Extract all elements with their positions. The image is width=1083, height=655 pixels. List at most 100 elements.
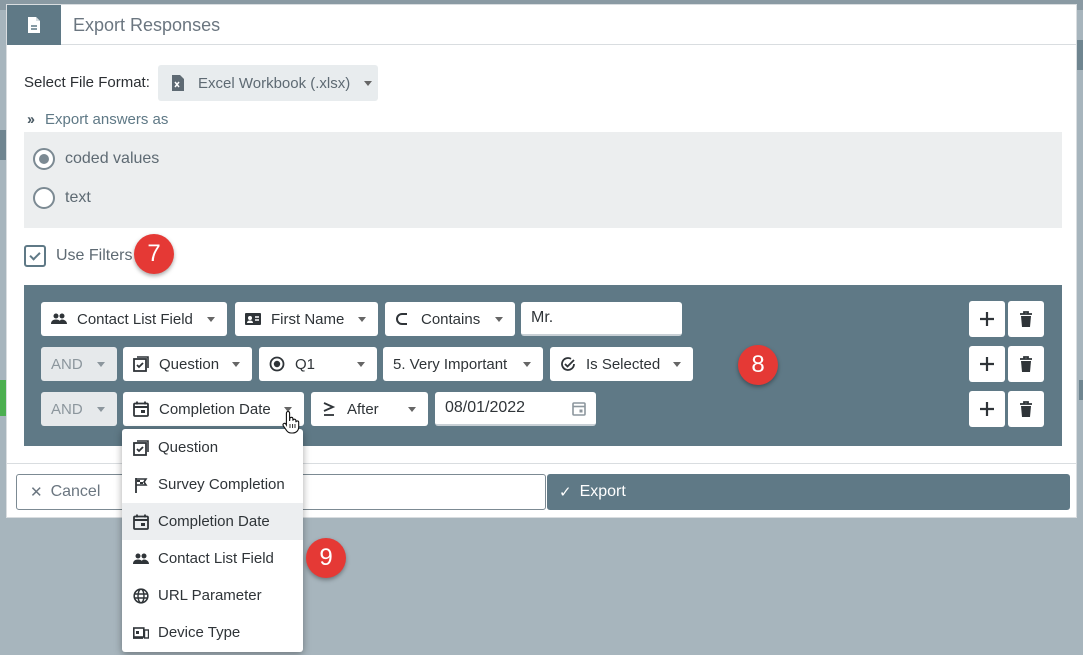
dropdown-item-label: Question bbox=[158, 439, 219, 456]
filter-connector-value: AND bbox=[51, 355, 83, 373]
filter-connector-value: AND bbox=[51, 400, 83, 418]
radio-coded-values[interactable]: coded values bbox=[33, 148, 159, 170]
filter-operator-value: Is Selected bbox=[586, 355, 661, 373]
background-tab bbox=[1077, 40, 1083, 70]
greater-equal-icon bbox=[323, 402, 336, 416]
chevron-down-icon bbox=[97, 362, 105, 367]
dialog-title-bar: Export Responses bbox=[7, 5, 1076, 45]
close-icon: ✕ bbox=[30, 484, 43, 501]
export-as-toggle[interactable]: ›› Export answers as bbox=[27, 111, 168, 128]
calendar-icon bbox=[133, 514, 149, 530]
add-filter-button[interactable] bbox=[969, 346, 1005, 382]
use-filters-label: Use Filters bbox=[56, 247, 133, 264]
calendar-icon bbox=[133, 401, 149, 417]
dropdown-item-contact-list-field[interactable]: Contact List Field bbox=[122, 540, 303, 577]
chevron-down-icon bbox=[207, 317, 215, 322]
file-format-value: Excel Workbook (.xlsx) bbox=[198, 74, 351, 92]
add-filter-button[interactable] bbox=[969, 301, 1005, 337]
cancel-label: Cancel bbox=[50, 483, 101, 500]
filter-field-select[interactable]: Completion Date bbox=[123, 392, 304, 426]
trash-icon bbox=[1020, 356, 1032, 372]
dropdown-item-label: Completion Date bbox=[158, 513, 270, 530]
filter-operator-value: Contains bbox=[421, 310, 481, 328]
radio-label: coded values bbox=[65, 150, 160, 167]
chevron-down-icon bbox=[364, 80, 373, 86]
dropdown-item-completion-date[interactable]: Completion Date bbox=[122, 503, 303, 540]
field-dropdown-menu: Question Survey Completion Completion Da… bbox=[122, 429, 303, 652]
annotation-badge: 8 bbox=[738, 345, 778, 385]
radio-empty-icon[interactable] bbox=[33, 187, 55, 209]
dropdown-item-url-parameter[interactable]: URL Parameter bbox=[122, 577, 303, 614]
export-as-label: Export answers as bbox=[45, 111, 169, 128]
dropdown-item-device-type[interactable]: Device Type bbox=[122, 614, 303, 651]
filter-date-input[interactable]: 08/01/2022 bbox=[435, 392, 596, 426]
chevron-down-icon bbox=[357, 362, 365, 367]
filter-question-select[interactable]: Q1 bbox=[259, 347, 377, 381]
file-format-select[interactable]: Excel Workbook (.xlsx) bbox=[158, 65, 378, 101]
filter-connector-select[interactable]: AND bbox=[41, 347, 117, 381]
filter-field-value: Contact List Field bbox=[77, 310, 193, 328]
dropdown-item-survey-completion[interactable]: Survey Completion bbox=[122, 466, 303, 503]
export-button[interactable]: ✓ Export bbox=[547, 474, 1070, 510]
filter-operator-value: After bbox=[347, 400, 379, 418]
plus-icon bbox=[980, 357, 994, 371]
delete-filter-button[interactable] bbox=[1008, 346, 1044, 382]
chevron-down-icon bbox=[495, 317, 503, 322]
filter-date-value: 08/01/2022 bbox=[445, 399, 526, 416]
chevron-down-icon bbox=[97, 407, 105, 412]
filter-field-value: Question bbox=[159, 355, 220, 373]
file-format-label: Select File Format: bbox=[24, 74, 150, 91]
filter-operator-select[interactable]: Is Selected bbox=[550, 347, 693, 381]
plus-icon bbox=[980, 312, 994, 326]
filter-operator-select[interactable]: After bbox=[311, 392, 428, 426]
checkbox-checked-icon[interactable] bbox=[24, 245, 46, 267]
trash-icon bbox=[1020, 311, 1032, 327]
radio-text[interactable]: text bbox=[33, 187, 91, 209]
dropdown-item-label: Device Type bbox=[158, 624, 241, 641]
annotation-badge: 9 bbox=[306, 538, 346, 578]
chevron-down-icon bbox=[408, 407, 416, 412]
chevron-down-icon bbox=[232, 362, 240, 367]
file-icon bbox=[7, 5, 61, 45]
radio-selected-icon[interactable] bbox=[33, 148, 55, 170]
filter-connector-select[interactable]: AND bbox=[41, 392, 117, 426]
filter-panel: Contact List Field First Name Contains M… bbox=[24, 285, 1062, 446]
filter-subfield-select[interactable]: First Name bbox=[235, 302, 378, 336]
radio-label: text bbox=[65, 189, 91, 206]
filter-field-select[interactable]: Question bbox=[123, 347, 252, 381]
use-filters-checkbox[interactable]: Use Filters bbox=[24, 245, 132, 267]
double-chevron-right-icon: ›› bbox=[27, 111, 35, 128]
filter-operator-select[interactable]: Contains bbox=[385, 302, 515, 336]
filter-field-value: Completion Date bbox=[159, 400, 271, 418]
delete-filter-button[interactable] bbox=[1008, 391, 1044, 427]
devices-icon bbox=[133, 626, 149, 639]
delete-filter-button[interactable] bbox=[1008, 301, 1044, 337]
background-tab bbox=[1079, 380, 1083, 400]
filter-option-value: 5. Very Important bbox=[393, 355, 508, 373]
flag-icon bbox=[135, 477, 148, 493]
id-card-icon bbox=[245, 313, 261, 325]
question-checklist-icon bbox=[133, 356, 149, 372]
export-as-options: coded values text bbox=[24, 132, 1062, 228]
dropdown-item-label: URL Parameter bbox=[158, 587, 262, 604]
chevron-down-icon bbox=[358, 317, 366, 322]
contacts-icon bbox=[133, 553, 149, 564]
hand-cursor-icon bbox=[282, 410, 300, 434]
chevron-down-icon bbox=[673, 362, 681, 367]
globe-icon bbox=[133, 587, 149, 604]
excel-file-icon bbox=[172, 75, 184, 91]
contacts-icon bbox=[51, 313, 67, 324]
filter-option-select[interactable]: 5. Very Important bbox=[383, 347, 543, 381]
trash-icon bbox=[1020, 401, 1032, 417]
filter-question-value: Q1 bbox=[295, 355, 316, 373]
filter-field-select[interactable]: Contact List Field bbox=[41, 302, 227, 336]
contains-icon bbox=[396, 313, 407, 325]
annotation-badge: 7 bbox=[134, 234, 174, 274]
filter-subfield-value: First Name bbox=[271, 310, 345, 328]
filter-value-input[interactable]: Mr. bbox=[521, 302, 682, 336]
calendar-icon[interactable] bbox=[572, 401, 586, 416]
export-label: Export bbox=[579, 483, 626, 500]
dropdown-item-question[interactable]: Question bbox=[122, 429, 303, 466]
add-filter-button[interactable] bbox=[969, 391, 1005, 427]
dropdown-item-label: Survey Completion bbox=[158, 476, 285, 493]
